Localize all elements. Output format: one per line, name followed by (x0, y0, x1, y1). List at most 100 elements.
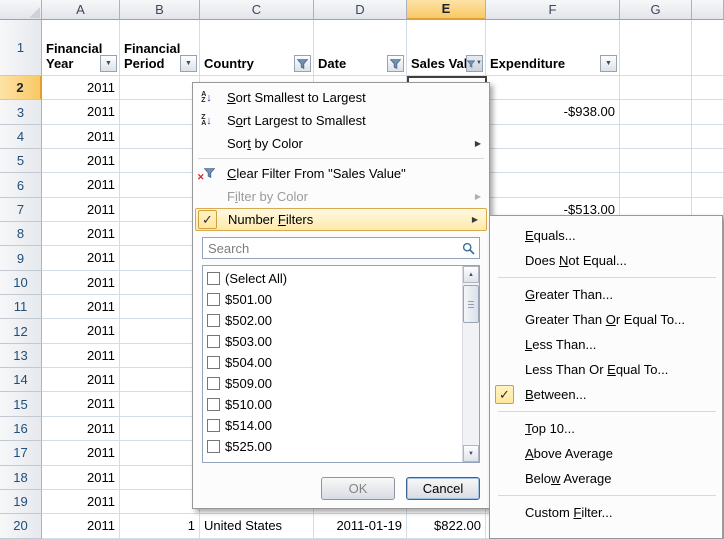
filter-value-item[interactable]: $501.00 (207, 289, 462, 310)
cell-B8[interactable] (120, 222, 200, 246)
cell-F2[interactable] (486, 76, 620, 100)
filter-value-item[interactable]: $510.00 (207, 394, 462, 415)
cell-B16[interactable] (120, 417, 200, 441)
filter-value-item[interactable]: (Select All) (207, 268, 462, 289)
cell-B6[interactable] (120, 173, 200, 197)
scrollbar[interactable]: ▲ ▼ (462, 266, 479, 462)
cell-B13[interactable] (120, 344, 200, 368)
cell-A3[interactable]: 2011 (42, 100, 120, 124)
submenu-item-between[interactable]: ✓Between... (490, 382, 722, 407)
row-header-19[interactable]: 19 (0, 490, 42, 514)
cell-B17[interactable] (120, 441, 200, 465)
cell-A5[interactable]: 2011 (42, 149, 120, 173)
cell-A17[interactable]: 2011 (42, 441, 120, 465)
filter-button-E[interactable]: ▼ (466, 55, 483, 72)
header-cell-B[interactable]: Financial Period▼ (120, 20, 200, 76)
row-header-6[interactable]: 6 (0, 173, 42, 197)
select-all-corner[interactable] (0, 0, 42, 20)
header-cell-C[interactable]: Country (200, 20, 314, 76)
cell-G4[interactable] (620, 125, 692, 149)
cell-G2[interactable] (620, 76, 692, 100)
cell-A9[interactable]: 2011 (42, 246, 120, 270)
checkbox[interactable] (207, 356, 220, 369)
filter-value-item[interactable]: $503.00 (207, 331, 462, 352)
filter-button-D[interactable] (387, 55, 404, 72)
cell-x3[interactable] (692, 100, 724, 124)
cell-A2[interactable]: 2011 (42, 76, 120, 100)
filter-value-item[interactable]: $504.00 (207, 352, 462, 373)
row-header-15[interactable]: 15 (0, 392, 42, 416)
checkbox[interactable] (207, 419, 220, 432)
checkbox[interactable] (207, 314, 220, 327)
cell-B3[interactable] (120, 100, 200, 124)
checkbox[interactable] (207, 293, 220, 306)
cell-C20[interactable]: United States (200, 514, 314, 538)
filter-value-item[interactable]: $525.00 (207, 436, 462, 457)
menu-item-sort-smallest-to-largest[interactable]: AZ↓Sort Smallest to Largest (193, 86, 489, 109)
cell-B9[interactable] (120, 246, 200, 270)
cell-G3[interactable] (620, 100, 692, 124)
cell-A13[interactable]: 2011 (42, 344, 120, 368)
scrollbar-thumb[interactable] (463, 285, 479, 323)
cell-x5[interactable] (692, 149, 724, 173)
row-header-4[interactable]: 4 (0, 125, 42, 149)
header-cell-F[interactable]: Expenditure▼ (486, 20, 620, 76)
cell-A10[interactable]: 2011 (42, 271, 120, 295)
submenu-item-greater-than-or-equal-to[interactable]: Greater Than Or Equal To... (490, 307, 722, 332)
cell-A4[interactable]: 2011 (42, 125, 120, 149)
cell-B20[interactable]: 1 (120, 514, 200, 538)
ok-button[interactable]: OK (321, 477, 395, 500)
cell-A18[interactable]: 2011 (42, 466, 120, 490)
column-header-B[interactable]: B (120, 0, 200, 20)
cell-B4[interactable] (120, 125, 200, 149)
row-header-9[interactable]: 9 (0, 246, 42, 270)
search-icon[interactable] (458, 239, 478, 257)
cell-B11[interactable] (120, 295, 200, 319)
row-header-12[interactable]: 12 (0, 319, 42, 343)
menu-item-clear-filter-from-sales-value[interactable]: ✕Clear Filter From "Sales Value" (193, 162, 489, 185)
cell-B2[interactable] (120, 76, 200, 100)
cell-B7[interactable] (120, 198, 200, 222)
cell-x6[interactable] (692, 173, 724, 197)
filter-value-item[interactable]: $509.00 (207, 373, 462, 394)
header-cell-E[interactable]: Sales Value▼ (407, 20, 486, 76)
row-header-10[interactable]: 10 (0, 271, 42, 295)
checkbox[interactable] (207, 398, 220, 411)
cell-A15[interactable]: 2011 (42, 392, 120, 416)
scroll-down-button[interactable]: ▼ (463, 445, 479, 462)
menu-item-sort-largest-to-smallest[interactable]: ZA↓Sort Largest to Smallest (193, 109, 489, 132)
filter-button-B[interactable]: ▼ (180, 55, 197, 72)
row-header-2[interactable]: 2 (0, 76, 42, 100)
cell-A7[interactable]: 2011 (42, 198, 120, 222)
row-header-1[interactable]: 1 (0, 20, 42, 76)
row-header-17[interactable]: 17 (0, 441, 42, 465)
cell-x4[interactable] (692, 125, 724, 149)
cell-A14[interactable]: 2011 (42, 368, 120, 392)
row-header-11[interactable]: 11 (0, 295, 42, 319)
row-header-13[interactable]: 13 (0, 344, 42, 368)
filter-button-A[interactable]: ▼ (100, 55, 117, 72)
cell-E20[interactable]: $822.00 (407, 514, 486, 538)
scroll-up-button[interactable]: ▲ (463, 266, 479, 283)
cell-B10[interactable] (120, 271, 200, 295)
row-header-5[interactable]: 5 (0, 149, 42, 173)
column-header-G[interactable]: G (620, 0, 692, 20)
row-header-7[interactable]: 7 (0, 198, 42, 222)
cell-A12[interactable]: 2011 (42, 319, 120, 343)
cell-G6[interactable] (620, 173, 692, 197)
cell-A11[interactable]: 2011 (42, 295, 120, 319)
checkbox[interactable] (207, 440, 220, 453)
row-header-18[interactable]: 18 (0, 466, 42, 490)
cell-A6[interactable]: 2011 (42, 173, 120, 197)
column-header-F[interactable]: F (486, 0, 620, 20)
column-header-A[interactable]: A (42, 0, 120, 20)
checkbox[interactable] (207, 377, 220, 390)
row-header-20[interactable]: 20 (0, 514, 42, 538)
cell-A16[interactable]: 2011 (42, 417, 120, 441)
column-header-C[interactable]: C (200, 0, 314, 20)
submenu-item-top-10[interactable]: Top 10... (490, 416, 722, 441)
column-header-E[interactable]: E (407, 0, 486, 20)
filter-value-item[interactable]: $514.00 (207, 415, 462, 436)
header-cell-A[interactable]: Financial Year▼ (42, 20, 120, 76)
cell-B19[interactable] (120, 490, 200, 514)
